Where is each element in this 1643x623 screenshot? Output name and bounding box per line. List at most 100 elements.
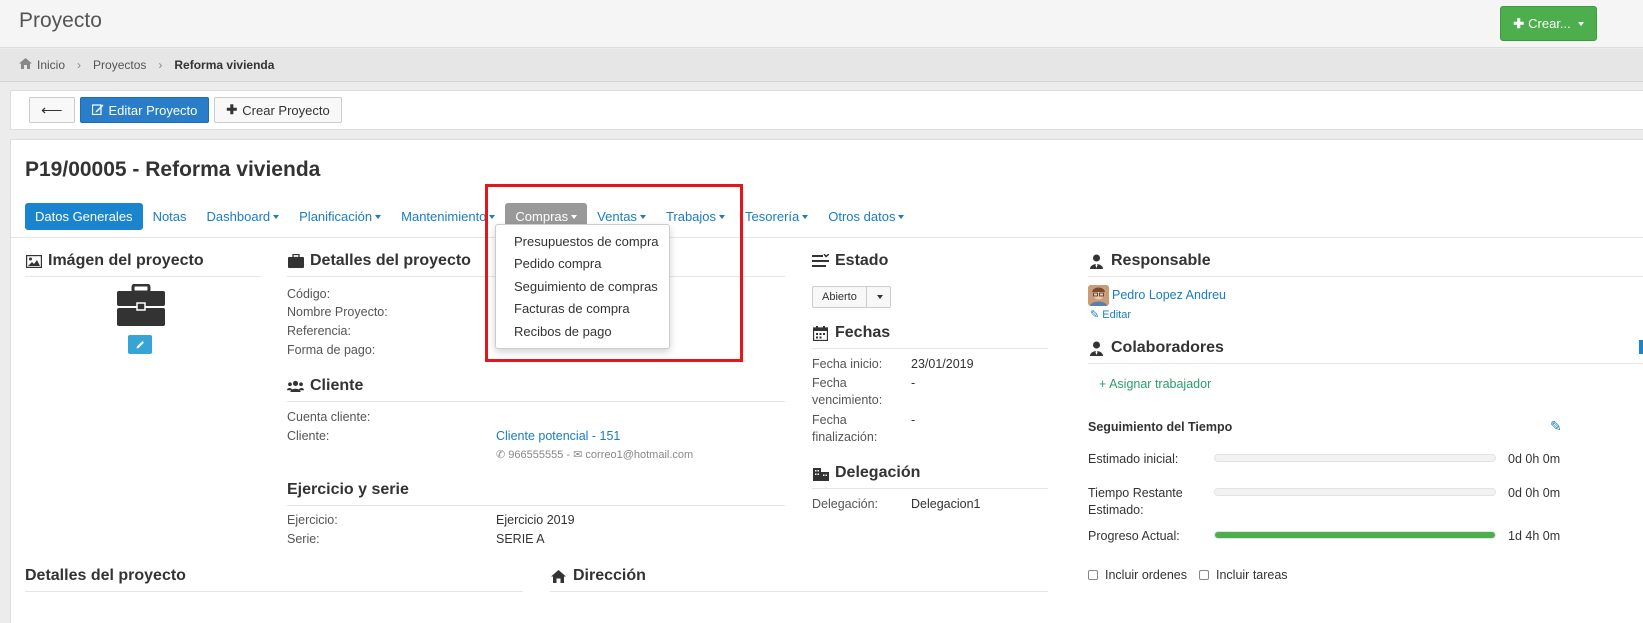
menu-item-facturas-compra[interactable]: Facturas de compra	[496, 298, 669, 321]
ejercicio-label: Ejercicio:	[287, 513, 338, 527]
tab-label: Ventas	[597, 209, 637, 224]
cliente-heading: Cliente	[287, 377, 785, 402]
progreso-progress-fill	[1215, 532, 1495, 538]
colaboradores-action-button[interactable]	[1639, 340, 1643, 354]
estado-heading: Estado	[812, 252, 1048, 276]
tab-label: Dashboard	[206, 209, 271, 224]
fecha-finalizacion-label-1: Fecha	[812, 413, 847, 427]
crear-label: Crear...	[1528, 16, 1571, 31]
home-icon	[550, 568, 567, 584]
detalles-bottom-heading-label: Detalles del proyecto	[25, 567, 186, 584]
page-title: Proyecto	[19, 9, 102, 32]
nombre-label: Nombre Proyecto:	[287, 305, 388, 319]
chevron-down-icon	[802, 214, 809, 219]
colaboradores-heading-label: Colaboradores	[1111, 339, 1224, 356]
phone-icon: ✆	[496, 449, 506, 461]
cliente-contact: ✆ 966555555 - ✉ correo1@hotmail.com	[496, 448, 693, 461]
menu-item-recibos-pago[interactable]: Recibos de pago	[496, 320, 669, 343]
tab-label: Notas	[152, 209, 187, 224]
chevron-down-icon	[273, 214, 280, 219]
forma-pago-label: Forma de pago:	[287, 343, 376, 357]
tiempo-restante-value: 0d 0h 0m	[1508, 486, 1561, 500]
create-project-button[interactable]: ✚ Crear Proyecto	[214, 97, 342, 123]
tab-label: Planificación	[299, 209, 373, 224]
compras-dropdown-menu: Presupuestos de compra Pedido compra Seg…	[495, 224, 670, 349]
toolbar: ⟵ Editar Proyecto ✚ Crear Proyecto	[10, 90, 1643, 130]
tab-label: Tesorería	[745, 209, 800, 224]
tab-mantenimiento[interactable]: Mantenimiento	[391, 203, 505, 230]
progreso-progress-bar	[1214, 531, 1496, 539]
menu-item-seguimiento-compras[interactable]: Seguimiento de compras	[496, 275, 669, 298]
menu-item-presupuestos-compra[interactable]: Presupuestos de compra	[496, 230, 669, 253]
incluir-ordenes-label: Incluir ordenes	[1105, 568, 1187, 582]
menu-item-pedido-compra[interactable]: Pedido compra	[496, 253, 669, 276]
delegacion-value: Delegacion1	[911, 497, 981, 511]
chevron-down-icon	[639, 214, 646, 219]
chevron-down-icon	[571, 214, 578, 219]
direccion-heading: Dirección	[550, 567, 1048, 592]
tab-notas[interactable]: Notas	[143, 203, 197, 230]
cliente-link[interactable]: Cliente potencial - 151	[496, 429, 620, 443]
edit-image-button[interactable]	[128, 335, 152, 354]
delegacion-heading: Delegación	[812, 464, 1048, 489]
edit-icon	[91, 103, 104, 118]
responsable-link[interactable]: Pedro Lopez Andreu	[1112, 288, 1226, 302]
fecha-vencimiento-label-2: vencimiento:	[812, 393, 883, 407]
breadcrumb-home[interactable]: Inicio	[37, 58, 65, 72]
fechas-heading: Fechas	[812, 324, 1048, 349]
incluir-tareas-checkbox[interactable]	[1199, 570, 1209, 580]
tab-dashboard[interactable]: Dashboard	[197, 203, 290, 230]
serie-label: Serie:	[287, 532, 320, 546]
tab-label: Mantenimiento	[401, 209, 487, 224]
edit-icon: ✎	[1090, 309, 1100, 321]
ejercicio-heading-label: Ejercicio y serie	[287, 481, 409, 498]
tasks-icon	[812, 253, 829, 269]
breadcrumb-current: Reforma vivienda	[174, 58, 275, 72]
estimado-inicial-label: Estimado inicial:	[1088, 452, 1179, 466]
pencil-icon	[136, 337, 145, 352]
envelope-icon: ✉	[573, 449, 583, 461]
fecha-finalizacion-value: -	[911, 413, 916, 427]
main-panel: P19/00005 - Reforma vivienda Datos Gener…	[10, 139, 1643, 623]
chevron-down-icon	[876, 295, 883, 299]
cliente-phone: 966555555	[508, 449, 564, 461]
colaboradores-heading: Colaboradores	[1088, 339, 1643, 364]
tab-otros-datos[interactable]: Otros datos	[818, 203, 914, 230]
tiempo-edit-icon[interactable]: ✎	[1550, 418, 1562, 435]
page-header: Proyecto ✚ Crear...	[0, 0, 1643, 48]
crear-button[interactable]: ✚ Crear...	[1500, 6, 1597, 41]
chevron-down-icon	[898, 214, 905, 219]
detalles-bottom-heading: Detalles del proyecto	[25, 567, 523, 592]
tab-tesoreria[interactable]: Tesorería	[735, 203, 818, 230]
create-project-label: Crear Proyecto	[242, 102, 330, 118]
estado-caret-button[interactable]	[866, 286, 891, 308]
estado-heading-label: Estado	[835, 252, 889, 269]
breadcrumb-separator: ›	[158, 58, 163, 72]
edit-project-button[interactable]: Editar Proyecto	[79, 97, 210, 123]
back-button[interactable]: ⟵	[29, 97, 75, 123]
responsable-edit-link[interactable]: ✎ Editar	[1090, 308, 1131, 321]
detalles-heading-label: Detalles del proyecto	[310, 252, 471, 269]
calendar-icon	[812, 325, 829, 341]
asignar-trabajador-link[interactable]: + Asignar trabajador	[1099, 377, 1211, 391]
delegacion-label: Delegación:	[812, 497, 879, 511]
tiempo-restante-label-2: Estimado:	[1088, 503, 1144, 517]
incluir-tareas-label: Incluir tareas	[1216, 568, 1288, 582]
fecha-finalizacion-label-2: finalización:	[812, 430, 878, 444]
tab-datos-generales[interactable]: Datos Generales	[25, 203, 143, 230]
estado-value[interactable]: Abierto	[812, 286, 867, 308]
responsable-edit-label: Editar	[1102, 309, 1132, 321]
progreso-actual-value: 1d 4h 0m	[1508, 529, 1561, 543]
chevron-down-icon	[375, 214, 382, 219]
tab-planificacion[interactable]: Planificación	[289, 203, 391, 230]
delegacion-heading-label: Delegación	[835, 464, 921, 481]
incluir-ordenes-checkbox[interactable]	[1088, 570, 1098, 580]
estado-dropdown[interactable]: Abierto	[812, 286, 891, 308]
fecha-vencimiento-label-1: Fecha	[812, 376, 847, 390]
restante-progress-bar	[1214, 488, 1496, 496]
tabs: Datos Generales Notas Dashboard Planific…	[25, 203, 914, 230]
tiempo-restante-label-1: Tiempo Restante	[1088, 486, 1183, 500]
imagen-heading: Imágen del proyecto	[25, 252, 261, 277]
briefcase-small-icon	[287, 253, 304, 269]
breadcrumb-projects[interactable]: Proyectos	[93, 58, 146, 72]
